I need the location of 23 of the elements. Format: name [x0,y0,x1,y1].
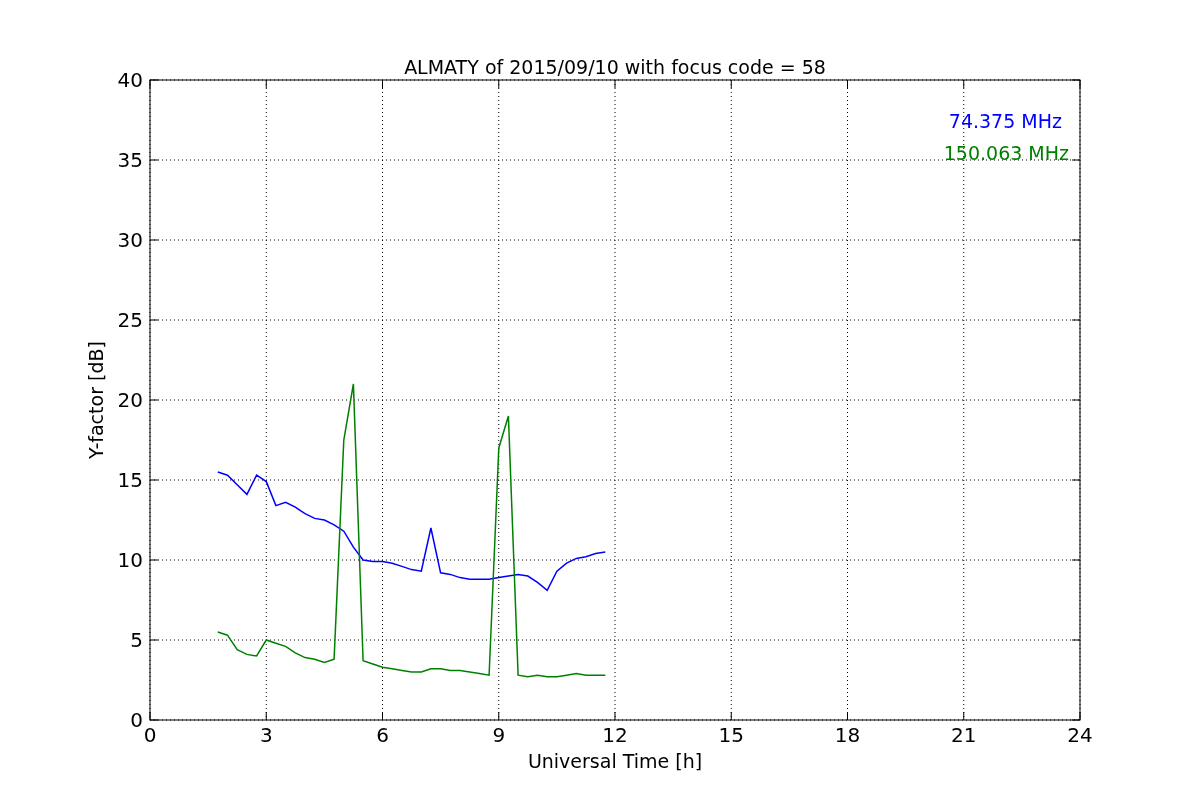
y-tick-label: 40 [117,68,143,92]
x-tick-label: 3 [259,723,273,747]
y-tick-label: 15 [117,468,143,492]
x-axis-label: Universal Time [h] [527,750,703,772]
x-tick-label: 9 [492,723,506,747]
x-tick-label: 12 [602,723,628,747]
legend-label: 150.063 MHz [943,142,1069,164]
y-tick-label: 35 [117,148,143,172]
y-axis-label: Y-factor [dB] [85,341,107,459]
y-tick-label: 0 [130,708,143,732]
y-tick-label: 5 [130,628,143,652]
x-tick-label: 18 [834,723,861,747]
x-tick-label: 24 [1067,723,1093,747]
legend-label: 74.375 MHz [948,110,1062,132]
y-tick-label: 10 [117,548,143,572]
x-tick-label: 15 [718,723,744,747]
x-tick-label: 6 [376,723,389,747]
chart-title: ALMATY of 2015/09/10 with focus code = 58 [404,56,826,78]
y-tick-label: 25 [117,308,143,332]
y-tick-label: 30 [117,228,143,252]
x-tick-label: 0 [143,723,157,747]
y-tick-label: 20 [117,388,143,412]
x-tick-label: 21 [951,723,977,747]
